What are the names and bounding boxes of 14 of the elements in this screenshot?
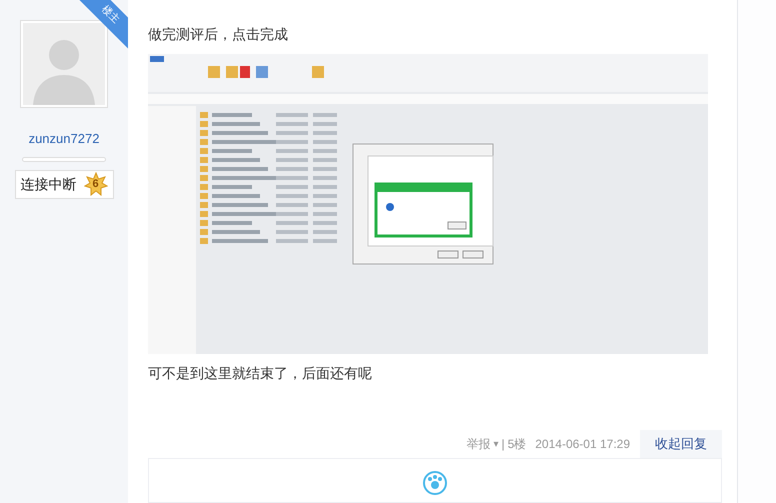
post-text: 做完测评后，点击完成 bbox=[148, 25, 289, 44]
avatar-frame[interactable] bbox=[20, 20, 108, 108]
level-badge: 6 bbox=[84, 172, 108, 196]
toggle-replies-tab[interactable]: 收起回复 bbox=[640, 430, 722, 458]
badge-title: 连接中断 bbox=[20, 174, 76, 194]
post-text: 可不是到这里就结束了，后面还有呢 bbox=[148, 364, 373, 383]
caret-icon: ▾ bbox=[493, 436, 498, 452]
post-time: 2014-06-01 17:29 bbox=[535, 436, 630, 453]
separator: | bbox=[501, 436, 505, 453]
original-poster-tag: 楼主 bbox=[98, 2, 122, 28]
username-link[interactable]: zunzun7272 bbox=[28, 129, 100, 148]
avatar-silhouette-icon bbox=[23, 23, 105, 105]
floor-number: 5楼 bbox=[508, 436, 526, 453]
member-badge[interactable]: 连接中断 6 bbox=[14, 170, 114, 198]
